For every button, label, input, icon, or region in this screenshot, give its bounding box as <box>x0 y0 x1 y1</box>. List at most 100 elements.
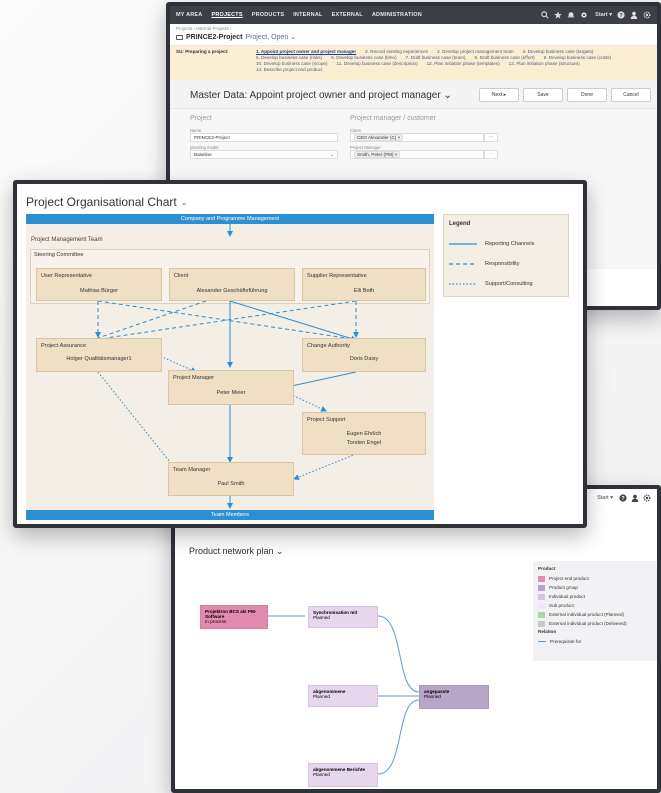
role-label: User Representative <box>41 273 92 279</box>
dotted-line-icon <box>449 283 477 285</box>
save-button[interactable]: Save <box>523 88 563 102</box>
folder-icon <box>176 34 183 40</box>
legend-line <box>538 641 546 642</box>
name-field[interactable]: PRINCE2-Project <box>190 133 338 142</box>
legend-product-heading: Product <box>538 566 556 571</box>
project-header: Projects › Internal Projects › PRINCE2-P… <box>170 24 657 46</box>
bell-icon[interactable] <box>567 11 575 19</box>
legend-item: Sub product <box>538 601 656 610</box>
legend-item: Product group <box>538 583 656 592</box>
network-legend: Product Project end product Product grou… <box>533 561 657 661</box>
legend-reporting-row: Reporting Channels <box>449 239 564 249</box>
step-link[interactable]: 14. Describe project end product <box>256 67 322 73</box>
project-title: PRINCE2-Project <box>186 33 243 41</box>
client-chip[interactable]: CEO Alexander (C) × <box>354 134 404 141</box>
person-name: Torsten Engel <box>346 440 382 446</box>
supplier-representative-box[interactable]: Supplier Representative Elli Both <box>302 268 426 301</box>
person-name: Eugen Ehrlich <box>346 431 382 437</box>
settings-icon[interactable] <box>580 11 588 19</box>
done-button[interactable]: Done <box>567 88 607 102</box>
project-heading: Project <box>190 115 212 122</box>
legend-reporting-label: Reporting Channels <box>485 241 535 247</box>
step-link[interactable]: 11. Develop business case (description) <box>337 61 418 67</box>
name-value: PRINCE2-Project <box>194 135 230 140</box>
pm-heading: Project manager / customer <box>350 115 436 122</box>
product-network-window: Start ▾ ? Product network plan ⌄ Projekt… <box>171 485 661 793</box>
legend-support-label: Support/Consulting <box>485 281 533 287</box>
svg-text:?: ? <box>619 13 623 19</box>
planning-model-select[interactable]: Baseline <box>190 150 338 159</box>
role-label: Client <box>174 273 189 279</box>
project-manager-field[interactable]: Smith, Peter (PM) × <box>350 150 484 159</box>
nav-internal[interactable]: INTERNAL <box>293 12 322 18</box>
role-label: Supplier Representative <box>307 273 367 279</box>
client-box[interactable]: Client Alexander Geschäftsführung <box>169 268 295 301</box>
role-label: Project Manager <box>173 375 215 381</box>
legend-relation-heading: Relation <box>538 629 557 634</box>
cancel-button[interactable]: Cancel <box>611 88 651 102</box>
legend-item: Prerequisite for <box>538 637 656 646</box>
legend-swatch <box>538 602 545 609</box>
nav-external[interactable]: EXTERNAL <box>332 12 363 18</box>
nav-products[interactable]: PRODUCTS <box>252 12 284 18</box>
org-chart-window: Project Organisational Chart ⌄ Company a… <box>13 180 587 528</box>
angepasste-node[interactable]: angepasste Planned <box>419 685 489 709</box>
person-name: Alexander Geschäftsführung <box>196 288 268 294</box>
chevron-down-icon[interactable]: ⌄ <box>181 198 188 207</box>
star-icon[interactable] <box>554 11 563 19</box>
role-label: Team Manager <box>173 467 211 473</box>
legend-item: External individual product (Planned) <box>538 610 656 619</box>
start-menu[interactable]: Start ▾ <box>595 12 612 18</box>
step-link[interactable]: 12. Plan initiation phase (templates) <box>427 61 500 67</box>
nav-projects[interactable]: PROJECTS <box>211 12 242 18</box>
legend-item: Project end product <box>538 574 656 583</box>
master-data-title[interactable]: Master Data: Appoint project owner and p… <box>190 90 475 101</box>
end-product-node[interactable]: Projektron BCS als PM-Software In proces… <box>200 605 268 629</box>
nav-my-area[interactable]: MY AREA <box>176 12 202 18</box>
breadcrumb[interactable]: Projects › Internal Projects › <box>176 26 651 31</box>
person-name: Doris Daisy <box>349 356 379 362</box>
nav-administration[interactable]: ADMINISTRATION <box>372 12 422 18</box>
process-steps: 1. Appoint project owner and project man… <box>256 49 651 77</box>
role-label: Change Authority <box>307 343 350 349</box>
project-assurance-box[interactable]: Project Assurance Holger Qualitätsmanage… <box>36 338 162 372</box>
next-button[interactable]: Next ▸ <box>479 88 519 102</box>
legend-responsibility-label: Responsibility <box>485 261 520 267</box>
node-status: Planned <box>313 694 330 699</box>
legend-heading: Legend <box>449 221 471 227</box>
project-manager-box[interactable]: Project Manager Peter Meier <box>168 370 294 405</box>
abgenommene-node[interactable]: abgenommene Planned <box>308 685 378 707</box>
step-link[interactable]: 13. Plan initiation phase (structure) <box>509 61 580 67</box>
project-support-box[interactable]: Project Support Eugen Ehrlich Torsten En… <box>302 412 426 455</box>
org-chart-canvas: Company and Programme Management Project… <box>26 214 434 520</box>
node-status: Planned <box>313 615 330 620</box>
legend-support-row: Support/Consulting <box>449 279 564 289</box>
team-manager-box[interactable]: Team Manager Paul Smith <box>168 462 294 496</box>
user-avatar-icon[interactable] <box>630 11 638 19</box>
legend-swatch <box>538 575 545 582</box>
help-icon[interactable]: ? <box>617 11 625 19</box>
legend-swatch <box>538 620 545 627</box>
legend-item: External individual product (Delivered) <box>538 619 656 628</box>
solid-line-icon <box>449 243 477 245</box>
project-title-row: PRINCE2-Project Project, Open ⌄ <box>176 33 651 41</box>
user-representative-box[interactable]: User Representative Mathias Bürger <box>36 268 162 301</box>
master-data-toolbar: Master Data: Appoint project owner and p… <box>170 80 657 109</box>
project-status-dropdown[interactable]: Project, Open ⌄ <box>245 33 296 41</box>
search-icon[interactable] <box>541 11 549 19</box>
planning-model-value: Baseline <box>194 152 212 157</box>
client-field[interactable]: CEO Alexander (C) × <box>350 133 484 142</box>
project-manager-more-button[interactable]: ··· <box>484 150 498 159</box>
client-more-button[interactable]: ··· <box>484 133 498 142</box>
project-manager-chip[interactable]: Smith, Peter (PM) × <box>354 151 401 158</box>
org-chart-title-row[interactable]: Project Organisational Chart ⌄ <box>26 195 187 209</box>
role-label: Project Assurance <box>41 343 87 349</box>
gear-icon[interactable] <box>643 11 651 19</box>
sync-node[interactable]: Synchronisation mit Planned <box>308 606 378 628</box>
org-chart-title: Project Organisational Chart <box>26 195 177 209</box>
change-authority-box[interactable]: Change Authority Doris Daisy <box>302 338 426 372</box>
node-status: Planned <box>313 772 330 777</box>
role-label: Project Support <box>307 417 346 423</box>
berichte-node[interactable]: abgenommene Berichte Planned <box>308 763 378 787</box>
node-status: Planned <box>424 694 441 699</box>
